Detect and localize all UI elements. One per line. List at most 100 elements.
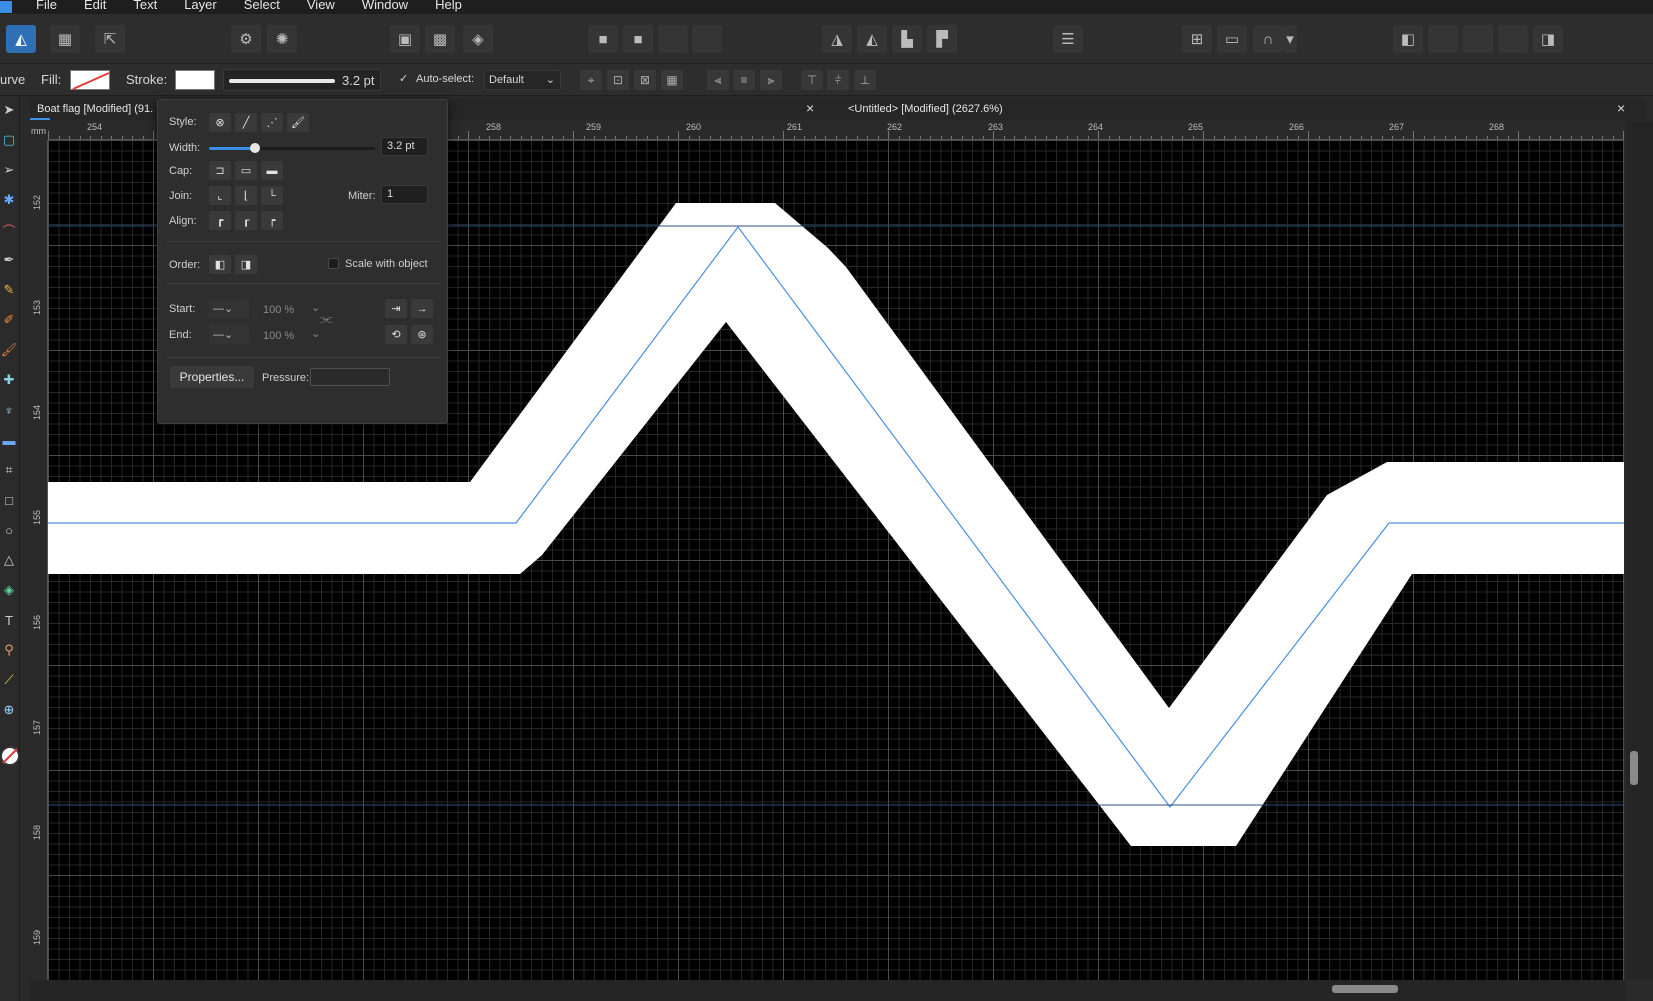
transform-origin-icon[interactable]: ⌖ xyxy=(580,70,602,90)
artboard-tool-icon[interactable]: ▢ xyxy=(1,132,17,148)
tab-boat-flag-close-icon[interactable]: × xyxy=(806,100,814,116)
eyedropper-icon[interactable]: ⚲ xyxy=(1,642,17,658)
align-inside-stroke-icon[interactable]: ┎ xyxy=(235,211,257,230)
fill-tool-icon[interactable]: ✚ xyxy=(1,372,17,388)
align-outside-stroke-icon[interactable]: ┍ xyxy=(261,211,283,230)
tab-boat-flag[interactable]: Boat flag [Modified] (91. xyxy=(37,98,153,120)
horizontal-scroll-thumb[interactable] xyxy=(1332,985,1398,993)
vertical-scroll-thumb[interactable] xyxy=(1630,751,1638,785)
tab-untitled-close-icon[interactable]: × xyxy=(1617,100,1625,116)
ellipse-tool-icon[interactable]: ○ xyxy=(1,522,17,538)
end-percent-field[interactable]: 100 % xyxy=(263,330,294,342)
autoselect-checkbox[interactable]: ✓ xyxy=(399,72,408,85)
boolean-subtract-icon[interactable]: ■ xyxy=(623,25,653,53)
fill-swatch[interactable] xyxy=(70,70,110,90)
vertical-scrollbar[interactable] xyxy=(1626,121,1653,980)
menu-edit[interactable]: Edit xyxy=(84,0,106,12)
snapping-gear-icon[interactable]: ⚙ xyxy=(231,25,261,53)
order-front-icon[interactable]: ◨ xyxy=(235,255,257,274)
bounding-box-icon[interactable]: ⊡ xyxy=(607,70,629,90)
arrow-swap-icon[interactable]: ⇥ xyxy=(385,299,407,318)
menu-select[interactable]: Select xyxy=(244,0,280,12)
flip-vertical-icon[interactable]: ◭ xyxy=(857,25,887,53)
designer-persona-icon[interactable]: ◭ xyxy=(6,25,36,53)
arrow-end-icon[interactable]: → xyxy=(411,299,433,318)
link-icon[interactable]: ⫘ xyxy=(320,310,333,327)
start-arrowhead-dropdown[interactable]: —⌄ xyxy=(209,299,249,318)
boolean-intersect-icon[interactable] xyxy=(658,25,688,53)
cap-butt-icon[interactable]: ⊐ xyxy=(209,161,231,180)
properties-button[interactable]: Properties... xyxy=(170,366,254,388)
arrange-back-icon[interactable] xyxy=(1498,25,1528,53)
grid-icon[interactable]: ▦ xyxy=(661,70,683,90)
align-middle-icon[interactable]: ⫩ xyxy=(827,70,849,90)
style-dashed-icon[interactable]: ⋰ xyxy=(261,113,283,132)
arrange-front-icon[interactable]: ◧ xyxy=(1393,25,1423,53)
view-mode-icon[interactable]: ▣ xyxy=(390,25,420,53)
width-slider-handle[interactable] xyxy=(250,143,261,153)
color-swatch-icon[interactable] xyxy=(0,746,20,766)
transform-objects-icon[interactable]: ⊠ xyxy=(634,70,656,90)
corner-tool-icon[interactable]: ⌒ xyxy=(1,222,17,239)
arrange-backward-icon[interactable] xyxy=(1463,25,1493,53)
paint-brush-icon[interactable]: 🖌 xyxy=(1,342,18,358)
join-miter-icon[interactable]: ⌞ xyxy=(209,186,231,205)
vector-brush-icon[interactable]: ✐ xyxy=(1,312,17,328)
arrow-cycle-icon[interactable]: ⊛ xyxy=(411,325,433,344)
style-brush-icon[interactable]: 🖌 xyxy=(287,113,309,132)
export-persona-icon[interactable]: ⇱ xyxy=(95,25,125,53)
node-tool-icon[interactable]: ➢ xyxy=(1,162,17,178)
align-left-icon[interactable]: ⫷ xyxy=(707,70,729,90)
align-bottom-icon[interactable]: ⊥ xyxy=(854,70,876,90)
scale-with-object-checkbox[interactable] xyxy=(328,258,339,269)
place-image-icon[interactable]: ▬ xyxy=(1,432,17,448)
join-round-icon[interactable]: ⌊ xyxy=(235,186,257,205)
align-icon[interactable]: ☰ xyxy=(1053,25,1083,53)
start-percent-chevron-icon[interactable]: ⌄ xyxy=(311,301,320,314)
pencil-tool-icon[interactable]: ✎ xyxy=(1,282,17,298)
miter-field[interactable]: 1 xyxy=(381,185,428,204)
width-slider[interactable] xyxy=(209,143,375,153)
style-solid-icon[interactable]: ╱ xyxy=(235,113,257,132)
shape-tool-icon[interactable]: ◈ xyxy=(1,582,17,598)
menu-layer[interactable]: Layer xyxy=(184,0,217,12)
text-tool-icon[interactable]: T xyxy=(1,612,17,628)
arrow-repeat-icon[interactable]: ⟲ xyxy=(385,325,407,344)
snapping-dropdown-icon[interactable]: ▾ xyxy=(1283,25,1297,53)
arrange-forward-icon[interactable] xyxy=(1428,25,1458,53)
triangle-tool-icon[interactable]: △ xyxy=(1,552,17,568)
rotate-right-icon[interactable]: ▛ xyxy=(927,25,957,53)
app-logo-icon[interactable] xyxy=(0,1,12,13)
snapping-magnet-icon[interactable]: ∩ xyxy=(1253,25,1283,53)
start-percent-field[interactable]: 100 % xyxy=(263,304,294,316)
align-center-stroke-icon[interactable]: ┏ xyxy=(209,211,231,230)
menu-file[interactable]: File xyxy=(36,0,57,12)
menu-window[interactable]: Window xyxy=(362,0,408,12)
rotate-left-icon[interactable]: ▙ xyxy=(892,25,922,53)
move-tool-icon[interactable]: ➤ xyxy=(1,102,17,118)
tab-untitled[interactable]: <Untitled> [Modified] (2627.6%) xyxy=(848,98,1003,120)
menu-text[interactable]: Text xyxy=(133,0,157,12)
view-overlay-icon[interactable]: ◈ xyxy=(463,25,493,53)
snapping-options-icon[interactable]: ✺ xyxy=(267,25,297,53)
zoom-tool-icon[interactable]: ⊕ xyxy=(1,702,17,718)
align-top-icon[interactable]: ⊤ xyxy=(801,70,823,90)
cap-square-icon[interactable]: ▬ xyxy=(261,161,283,180)
arrange-stack-icon[interactable]: ◨ xyxy=(1533,25,1563,53)
boolean-add-icon[interactable]: ■ xyxy=(588,25,618,53)
transparency-tool-icon[interactable]: ♆ xyxy=(1,402,17,418)
flip-horizontal-icon[interactable]: ◮ xyxy=(822,25,852,53)
snap-mode-icon[interactable]: ▭ xyxy=(1217,25,1247,53)
autoselect-dropdown[interactable]: Default ⌄ xyxy=(484,70,561,90)
cap-round-icon[interactable]: ▭ xyxy=(235,161,257,180)
end-arrowhead-dropdown[interactable]: —⌄ xyxy=(209,325,249,344)
rectangle-tool-icon[interactable]: □ xyxy=(1,492,17,508)
width-field[interactable]: 3.2 pt xyxy=(381,137,428,156)
crop-tool-icon[interactable]: ⌗ xyxy=(1,462,17,478)
pressure-graph[interactable] xyxy=(310,368,390,386)
stroke-swatch[interactable] xyxy=(175,70,215,90)
pixel-grid-icon[interactable]: ▩ xyxy=(425,25,455,53)
menu-view[interactable]: View xyxy=(307,0,335,12)
stroke-width-control[interactable]: 3.2 pt xyxy=(223,69,381,91)
horizontal-scrollbar[interactable] xyxy=(30,980,1626,1001)
